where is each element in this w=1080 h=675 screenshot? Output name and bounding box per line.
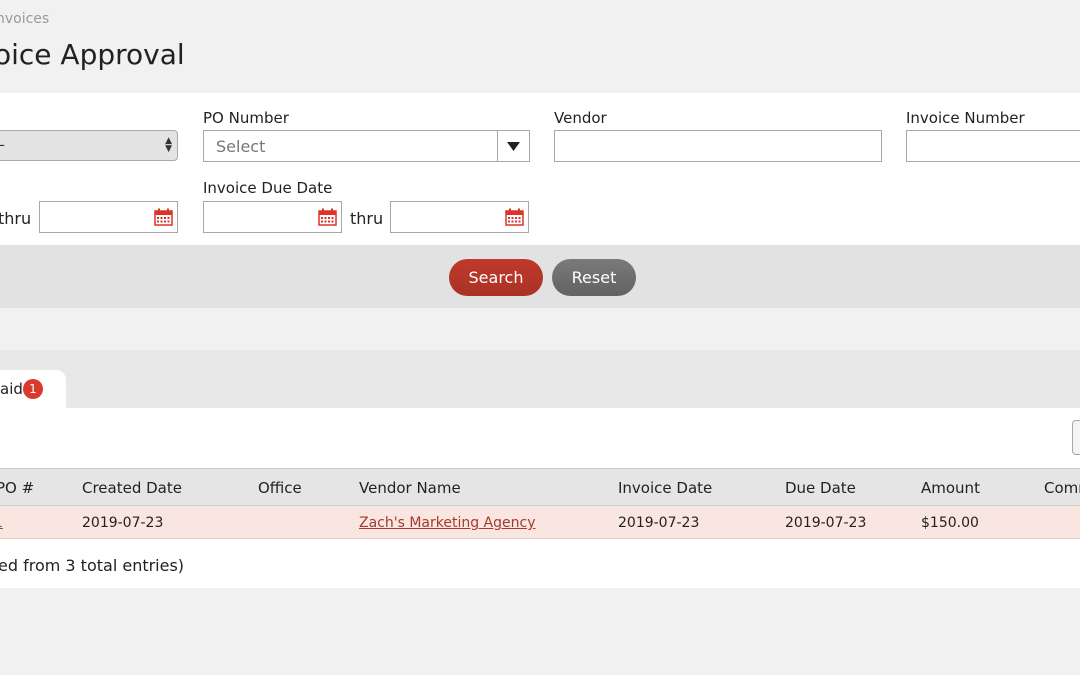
- column-header-amount[interactable]: Amount: [921, 479, 980, 497]
- invoice-date-to-input[interactable]: [39, 201, 178, 233]
- status-select-value: –: [0, 135, 5, 154]
- table-info: ed from 3 total entries): [0, 556, 185, 575]
- invoice-number-input[interactable]: [906, 130, 1080, 162]
- select-arrows-icon: ▲ ▼: [165, 136, 172, 154]
- po-number-select[interactable]: Select: [203, 130, 530, 162]
- vendor-input[interactable]: [554, 130, 882, 162]
- tabs-bar: [0, 350, 1080, 408]
- column-header-invoice-date[interactable]: Invoice Date: [618, 479, 712, 497]
- page-title: oice Approval: [0, 38, 185, 71]
- column-header-created-date[interactable]: Created Date: [82, 479, 182, 497]
- count-badge: 1: [23, 379, 43, 399]
- po-number-label: PO Number: [203, 109, 289, 127]
- invoice-number-label: Invoice Number: [906, 109, 1025, 127]
- search-button[interactable]: Search: [449, 259, 543, 296]
- tab-unpaid[interactable]: aid 1: [0, 370, 66, 409]
- calendar-icon[interactable]: [505, 208, 524, 226]
- calendar-icon[interactable]: [154, 208, 173, 226]
- column-header-due-date[interactable]: Due Date: [785, 479, 856, 497]
- po-number-dropdown-toggle[interactable]: [497, 131, 529, 161]
- column-header-po[interactable]: PO #: [0, 479, 34, 497]
- vendor-label: Vendor: [554, 109, 607, 127]
- column-header-office[interactable]: Office: [258, 479, 302, 497]
- calendar-icon[interactable]: [318, 208, 337, 226]
- invoice-due-date-from-input[interactable]: [203, 201, 342, 233]
- invoice-date-thru-label: thru: [0, 209, 32, 228]
- breadcrumb[interactable]: nvoices: [0, 11, 49, 27]
- column-header-vendor-name[interactable]: Vendor Name: [359, 479, 461, 497]
- po-link[interactable]: 1: [0, 515, 3, 531]
- po-number-placeholder: Select: [216, 137, 266, 156]
- table-toolbar-button[interactable]: [1072, 420, 1080, 455]
- invoice-due-date-label: Invoice Due Date: [203, 179, 333, 197]
- caret-down-icon: [507, 142, 520, 151]
- cell-due-date: 2019-07-23: [785, 515, 867, 531]
- cell-po-link[interactable]: 1: [0, 515, 3, 531]
- cell-created-date: 2019-07-23: [82, 515, 164, 531]
- cell-invoice-date: 2019-07-23: [618, 515, 700, 531]
- status-select[interactable]: – ▲▼: [0, 130, 178, 161]
- column-header-comments[interactable]: Comr: [1044, 479, 1080, 497]
- invoice-due-date-thru-label: thru: [350, 209, 384, 228]
- tab-label: aid: [0, 380, 23, 398]
- reset-button[interactable]: Reset: [552, 259, 636, 296]
- cell-amount: $150.00: [921, 515, 979, 531]
- cell-vendor-name[interactable]: Zach's Marketing Agency: [359, 515, 536, 531]
- vendor-link[interactable]: Zach's Marketing Agency: [359, 515, 536, 531]
- invoice-due-date-to-input[interactable]: [390, 201, 529, 233]
